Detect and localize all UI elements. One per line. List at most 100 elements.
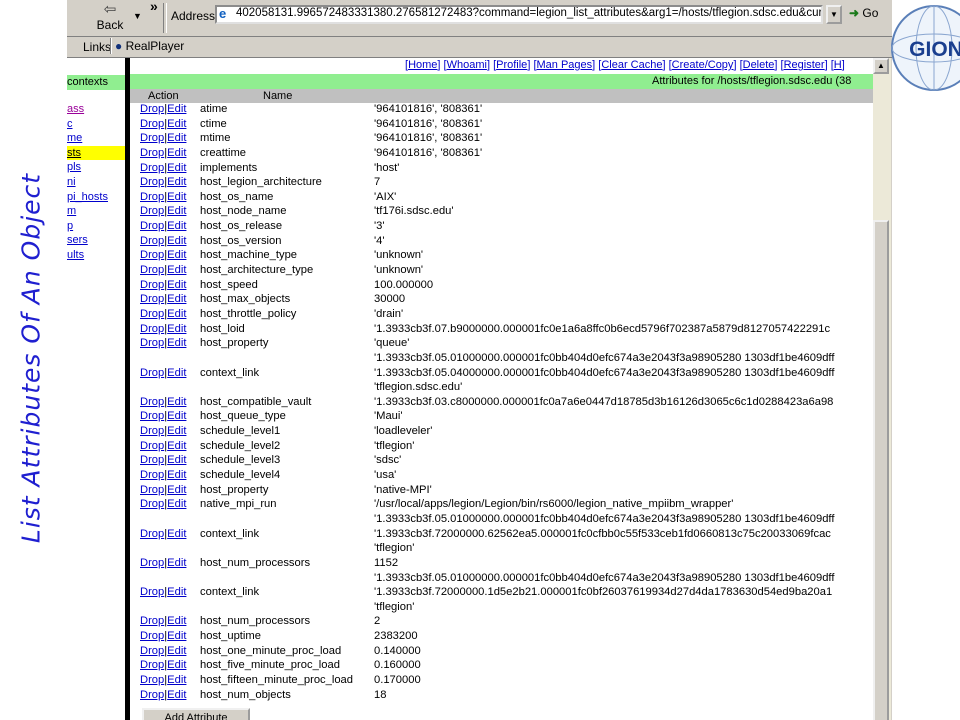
edit-link[interactable]: Edit	[167, 440, 186, 452]
drop-link[interactable]: Drop	[140, 689, 164, 701]
drop-link[interactable]: Drop	[140, 645, 164, 657]
edit-link[interactable]: Edit	[167, 396, 186, 408]
context-item[interactable]: p	[67, 219, 125, 234]
back-button[interactable]: ⇦ Back	[91, 2, 129, 34]
drop-link[interactable]: Drop	[140, 440, 164, 452]
context-item[interactable]: pi_hosts	[67, 190, 125, 205]
edit-link[interactable]: Edit	[167, 645, 186, 657]
edit-link[interactable]: Edit	[167, 484, 186, 496]
drop-link[interactable]: Drop	[140, 410, 164, 422]
drop-link[interactable]: Drop	[140, 293, 164, 305]
drop-link[interactable]: Drop	[140, 425, 164, 437]
edit-link[interactable]: Edit	[167, 528, 186, 540]
context-item[interactable]: ults	[67, 248, 125, 263]
drop-link[interactable]: Drop	[140, 162, 164, 174]
drop-link[interactable]: Drop	[140, 630, 164, 642]
edit-link[interactable]: Edit	[167, 235, 186, 247]
scroll-up-icon[interactable]: ▲	[873, 58, 889, 74]
edit-link[interactable]: Edit	[167, 279, 186, 291]
vertical-scrollbar[interactable]: ▲	[873, 58, 891, 720]
context-item[interactable]: me	[67, 131, 125, 146]
edit-link[interactable]: Edit	[167, 425, 186, 437]
drop-link[interactable]: Drop	[140, 308, 164, 320]
address-input[interactable]: e 402058131.996572483331380.276581272483?…	[215, 5, 823, 24]
drop-link[interactable]: Drop	[140, 176, 164, 188]
edit-link[interactable]: Edit	[167, 147, 186, 159]
edit-link[interactable]: Edit	[167, 630, 186, 642]
realplayer-link[interactable]: ● RealPlayer	[115, 39, 184, 53]
drop-link[interactable]: Drop	[140, 484, 164, 496]
edit-link[interactable]: Edit	[167, 454, 186, 466]
edit-link[interactable]: Edit	[167, 264, 186, 276]
context-item[interactable]: ass	[67, 102, 125, 117]
edit-link[interactable]: Edit	[167, 132, 186, 144]
drop-link[interactable]: Drop	[140, 367, 164, 379]
edit-link[interactable]: Edit	[167, 205, 186, 217]
nav-link[interactable]: Delete	[743, 59, 775, 71]
context-item[interactable]: ni	[67, 175, 125, 190]
drop-link[interactable]: Drop	[140, 659, 164, 671]
edit-link[interactable]: Edit	[167, 410, 186, 422]
edit-link[interactable]: Edit	[167, 586, 186, 598]
edit-link[interactable]: Edit	[167, 220, 186, 232]
edit-link[interactable]: Edit	[167, 118, 186, 130]
context-item[interactable]: c	[67, 117, 125, 132]
links-label[interactable]: Links	[83, 40, 111, 54]
drop-link[interactable]: Drop	[140, 557, 164, 569]
drop-link[interactable]: Drop	[140, 103, 164, 115]
drop-link[interactable]: Drop	[140, 264, 164, 276]
nav-link[interactable]: H	[834, 59, 842, 71]
edit-link[interactable]: Edit	[167, 323, 186, 335]
drop-link[interactable]: Drop	[140, 323, 164, 335]
drop-link[interactable]: Drop	[140, 674, 164, 686]
drop-link[interactable]: Drop	[140, 249, 164, 261]
drop-link[interactable]: Drop	[140, 279, 164, 291]
edit-link[interactable]: Edit	[167, 674, 186, 686]
drop-link[interactable]: Drop	[140, 396, 164, 408]
edit-link[interactable]: Edit	[167, 103, 186, 115]
drop-link[interactable]: Drop	[140, 586, 164, 598]
edit-link[interactable]: Edit	[167, 498, 186, 510]
edit-link[interactable]: Edit	[167, 293, 186, 305]
drop-link[interactable]: Drop	[140, 235, 164, 247]
nav-link[interactable]: Home	[408, 59, 437, 71]
edit-link[interactable]: Edit	[167, 367, 186, 379]
back-dropdown-icon[interactable]: ▼	[133, 11, 142, 21]
drop-link[interactable]: Drop	[140, 498, 164, 510]
edit-link[interactable]: Edit	[167, 249, 186, 261]
drop-link[interactable]: Drop	[140, 337, 164, 349]
drop-link[interactable]: Drop	[140, 118, 164, 130]
nav-link[interactable]: Profile	[496, 59, 527, 71]
drop-link[interactable]: Drop	[140, 220, 164, 232]
drop-link[interactable]: Drop	[140, 191, 164, 203]
context-item[interactable]: m	[67, 204, 125, 219]
edit-link[interactable]: Edit	[167, 689, 186, 701]
edit-link[interactable]: Edit	[167, 308, 186, 320]
nav-link[interactable]: Register	[784, 59, 825, 71]
context-item[interactable]: sers	[67, 233, 125, 248]
drop-link[interactable]: Drop	[140, 469, 164, 481]
edit-link[interactable]: Edit	[167, 659, 186, 671]
drop-link[interactable]: Drop	[140, 205, 164, 217]
address-dropdown-icon[interactable]: ▼	[826, 5, 842, 24]
drop-link[interactable]: Drop	[140, 132, 164, 144]
scrollbar-thumb[interactable]	[873, 220, 889, 720]
edit-link[interactable]: Edit	[167, 469, 186, 481]
nav-link[interactable]: Clear Cache	[601, 59, 662, 71]
go-button[interactable]: ➜ Go	[849, 6, 878, 20]
drop-link[interactable]: Drop	[140, 615, 164, 627]
drop-link[interactable]: Drop	[140, 528, 164, 540]
drop-link[interactable]: Drop	[140, 454, 164, 466]
edit-link[interactable]: Edit	[167, 176, 186, 188]
edit-link[interactable]: Edit	[167, 337, 186, 349]
nav-link[interactable]: Man Pages	[537, 59, 593, 71]
edit-link[interactable]: Edit	[167, 557, 186, 569]
edit-link[interactable]: Edit	[167, 162, 186, 174]
edit-link[interactable]: Edit	[167, 191, 186, 203]
nav-link[interactable]: Create/Copy	[672, 59, 734, 71]
context-item[interactable]: sts	[67, 145, 125, 161]
context-item[interactable]: pls	[67, 160, 125, 175]
toolbar-overflow-chevron-icon[interactable]: »	[150, 0, 158, 14]
drop-link[interactable]: Drop	[140, 147, 164, 159]
edit-link[interactable]: Edit	[167, 615, 186, 627]
